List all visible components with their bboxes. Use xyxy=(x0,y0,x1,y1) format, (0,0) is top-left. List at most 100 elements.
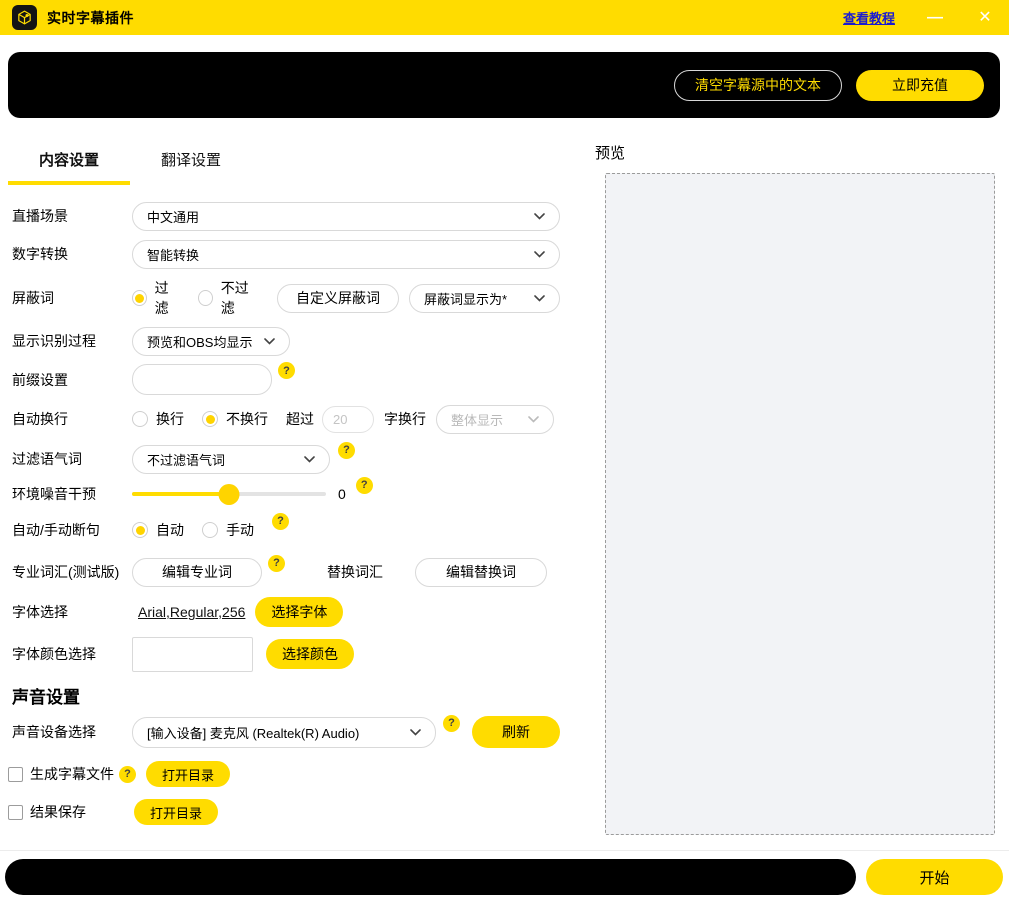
font-color-input[interactable] xyxy=(132,637,253,672)
live-scene-label: 直播场景 xyxy=(8,206,132,226)
row-sentence-break: 自动/手动断句 自动 手动 ? xyxy=(8,517,560,543)
radio-dot-icon xyxy=(132,411,148,427)
help-icon[interactable]: ? xyxy=(278,362,295,379)
sound-device-select[interactable]: [输入设备] 麦克风 (Realtek(R) Audio) xyxy=(132,717,436,748)
row-sound-device: 声音设备选择 [输入设备] 麦克风 (Realtek(R) Audio) ? 刷… xyxy=(8,716,560,748)
filler-filter-label: 过滤语气词 xyxy=(8,449,132,469)
radio-dot-icon xyxy=(202,522,218,538)
clear-subtitle-source-button[interactable]: 清空字幕源中的文本 xyxy=(674,70,842,101)
app-logo-cube-icon xyxy=(12,5,37,30)
result-save-checkbox[interactable] xyxy=(8,805,23,820)
row-filler-filter: 过滤语气词 不过滤语气词 ? xyxy=(8,444,560,474)
help-icon[interactable]: ? xyxy=(268,555,285,572)
number-convert-select[interactable]: 智能转换 xyxy=(132,240,560,269)
exceed-chars-input[interactable] xyxy=(322,406,374,433)
row-noise: 环境噪音干预 0 ? xyxy=(8,481,560,507)
live-scene-value: 中文通用 xyxy=(147,207,199,226)
subtitle-file-checkbox[interactable] xyxy=(8,767,23,782)
noise-label: 环境噪音干预 xyxy=(8,484,132,504)
row-font-select: 字体选择 Arial,Regular,256 选择字体 xyxy=(8,597,560,627)
chevron-down-icon xyxy=(528,416,539,423)
settings-tabs: 内容设置 翻译设置 xyxy=(8,140,560,185)
chevron-down-icon xyxy=(264,338,275,345)
help-icon[interactable]: ? xyxy=(338,442,355,459)
settings-panel: 内容设置 翻译设置 直播场景 中文通用 数字转换 智能转换 屏蔽词 过滤 不过滤… xyxy=(8,140,560,825)
radio-no-wrap-label: 不换行 xyxy=(226,409,268,429)
choose-color-button[interactable]: 选择颜色 xyxy=(266,639,354,669)
top-banner: 清空字幕源中的文本 立即充值 xyxy=(8,52,1000,118)
prefix-label: 前缀设置 xyxy=(8,370,132,390)
help-icon[interactable]: ? xyxy=(356,477,373,494)
footer-divider xyxy=(0,850,1009,851)
row-pro-words: 专业词汇(测试版) 编辑专业词 ? 替换词汇 编辑替换词 xyxy=(8,557,560,587)
edit-pro-words-button[interactable]: 编辑专业词 xyxy=(132,558,262,587)
filler-filter-select[interactable]: 不过滤语气词 xyxy=(132,445,330,474)
titlebar: 实时字幕插件 查看教程 — ✕ xyxy=(0,0,1009,35)
prefix-input[interactable] xyxy=(132,364,272,395)
edit-replace-words-button[interactable]: 编辑替换词 xyxy=(415,558,547,587)
app-title: 实时字幕插件 xyxy=(47,8,134,28)
row-auto-wrap: 自动换行 换行 不换行 超过 字换行 整体显示 xyxy=(8,404,560,434)
radio-filter-label: 过滤 xyxy=(155,278,180,318)
radio-no-wrap[interactable]: 不换行 xyxy=(202,409,268,429)
radio-no-filter[interactable]: 不过滤 xyxy=(198,278,259,318)
tab-content-settings[interactable]: 内容设置 xyxy=(8,140,130,185)
open-result-dir-button[interactable]: 打开目录 xyxy=(134,799,218,825)
noise-slider[interactable] xyxy=(132,484,326,504)
start-button[interactable]: 开始 xyxy=(866,859,1003,895)
live-scene-select[interactable]: 中文通用 xyxy=(132,202,560,231)
current-font-link[interactable]: Arial,Regular,256 xyxy=(138,604,245,620)
row-live-scene: 直播场景 中文通用 xyxy=(8,201,560,231)
subtitle-file-label: 生成字幕文件 xyxy=(30,764,114,784)
chevron-down-icon xyxy=(534,251,545,258)
filler-filter-value: 不过滤语气词 xyxy=(147,450,225,469)
auto-wrap-label: 自动换行 xyxy=(8,409,132,429)
show-process-value: 预览和OBS均显示 xyxy=(147,332,252,351)
recharge-button[interactable]: 立即充值 xyxy=(856,70,984,101)
radio-dot-icon xyxy=(132,290,147,306)
subtitle-output-bar xyxy=(5,859,856,895)
noise-slider-thumb[interactable] xyxy=(219,484,240,505)
blocked-words-display-select[interactable]: 屏蔽词显示为* xyxy=(409,284,560,313)
chevron-down-icon xyxy=(304,456,315,463)
blocked-words-label: 屏蔽词 xyxy=(8,288,132,308)
radio-auto-break-label: 自动 xyxy=(156,520,184,540)
number-convert-value: 智能转换 xyxy=(147,245,199,264)
row-blocked-words: 屏蔽词 过滤 不过滤 自定义屏蔽词 屏蔽词显示为* xyxy=(8,278,560,318)
sound-device-label: 声音设备选择 xyxy=(8,722,132,742)
sentence-break-label: 自动/手动断句 xyxy=(8,520,132,540)
preview-title: 预览 xyxy=(595,142,625,163)
preview-area xyxy=(605,173,995,835)
chevron-down-icon xyxy=(534,295,545,302)
row-result-save: 结果保存 打开目录 xyxy=(8,799,560,825)
view-tutorial-link[interactable]: 查看教程 xyxy=(843,8,895,27)
radio-filter[interactable]: 过滤 xyxy=(132,278,180,318)
show-process-select[interactable]: 预览和OBS均显示 xyxy=(132,327,290,356)
radio-manual-break-label: 手动 xyxy=(226,520,254,540)
wrap-display-value: 整体显示 xyxy=(451,410,503,429)
refresh-device-button[interactable]: 刷新 xyxy=(472,716,560,748)
minimize-icon[interactable]: — xyxy=(925,10,945,26)
custom-blocked-words-button[interactable]: 自定义屏蔽词 xyxy=(277,284,399,313)
help-icon[interactable]: ? xyxy=(119,766,136,783)
help-icon[interactable]: ? xyxy=(272,513,289,530)
open-subtitle-dir-button[interactable]: 打开目录 xyxy=(146,761,230,787)
radio-wrap[interactable]: 换行 xyxy=(132,409,184,429)
close-icon[interactable]: ✕ xyxy=(975,10,995,26)
row-prefix: 前缀设置 ? xyxy=(8,364,560,395)
row-show-process: 显示识别过程 预览和OBS均显示 xyxy=(8,326,560,356)
radio-dot-icon xyxy=(202,411,218,427)
wrap-display-select[interactable]: 整体显示 xyxy=(436,405,554,434)
choose-font-button[interactable]: 选择字体 xyxy=(255,597,343,627)
wrap-chars-label: 字换行 xyxy=(384,409,426,429)
row-number-convert: 数字转换 智能转换 xyxy=(8,239,560,269)
exceed-label: 超过 xyxy=(286,409,314,429)
help-icon[interactable]: ? xyxy=(443,715,460,732)
radio-manual-break[interactable]: 手动 xyxy=(202,520,254,540)
number-convert-label: 数字转换 xyxy=(8,244,132,264)
sound-settings-heading: 声音设置 xyxy=(8,683,560,708)
font-select-label: 字体选择 xyxy=(8,602,132,622)
chevron-down-icon xyxy=(410,729,421,736)
radio-auto-break[interactable]: 自动 xyxy=(132,520,184,540)
tab-translation-settings[interactable]: 翻译设置 xyxy=(130,140,252,185)
